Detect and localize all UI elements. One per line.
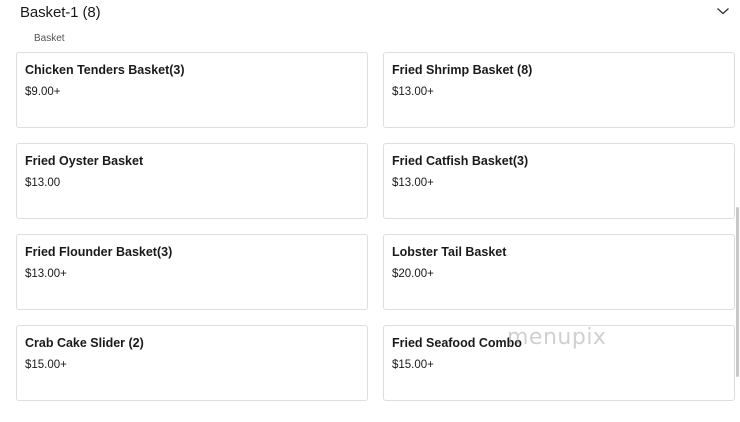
item-price: $15.00+ — [392, 359, 434, 371]
scrollbar-thumb[interactable] — [736, 207, 739, 377]
menu-item-card[interactable]: Lobster Tail Basket $20.00+ — [383, 234, 735, 310]
menu-item-card[interactable]: Fried Shrimp Basket (8) $13.00+ — [383, 52, 735, 128]
section-subtitle: Basket — [34, 33, 65, 44]
item-name: Fried Catfish Basket(3) — [392, 154, 529, 168]
chevron-down-icon[interactable] — [716, 6, 730, 16]
item-price: $13.00 — [25, 177, 61, 189]
item-price: $9.00+ — [25, 86, 61, 98]
menu-item-card[interactable]: Fried Oyster Basket $13.00 — [16, 143, 368, 219]
menu-items-grid: Chicken Tenders Basket(3) $9.00+ Fried S… — [16, 52, 735, 401]
item-price: $13.00+ — [392, 86, 434, 98]
menu-item-card[interactable]: Crab Cake Slider (2) $15.00+ — [16, 325, 368, 401]
menu-item-card[interactable]: Fried Catfish Basket(3) $13.00+ — [383, 143, 735, 219]
item-price: $13.00+ — [392, 177, 434, 189]
menu-item-card[interactable]: Chicken Tenders Basket(3) $9.00+ — [16, 52, 368, 128]
item-price: $20.00+ — [392, 268, 434, 280]
item-name: Fried Seafood Combo — [392, 336, 522, 350]
menu-item-card[interactable]: Fried Seafood Combo $15.00+ — [383, 325, 735, 401]
item-name: Crab Cake Slider (2) — [25, 336, 144, 350]
item-price: $13.00+ — [25, 268, 67, 280]
menu-item-card[interactable]: Fried Flounder Basket(3) $13.00+ — [16, 234, 368, 310]
item-name: Chicken Tenders Basket(3) — [25, 63, 185, 77]
section-header[interactable]: Basket-1 (8) — [0, 0, 740, 30]
item-name: Fried Oyster Basket — [25, 154, 144, 168]
item-name: Lobster Tail Basket — [392, 245, 507, 259]
item-price: $15.00+ — [25, 359, 67, 371]
menu-page: Basket-1 (8) Basket Chicken Tenders Bask… — [0, 0, 740, 422]
item-name: Fried Shrimp Basket (8) — [392, 63, 533, 77]
item-name: Fried Flounder Basket(3) — [25, 245, 173, 259]
section-title: Basket-1 (8) — [20, 4, 101, 21]
